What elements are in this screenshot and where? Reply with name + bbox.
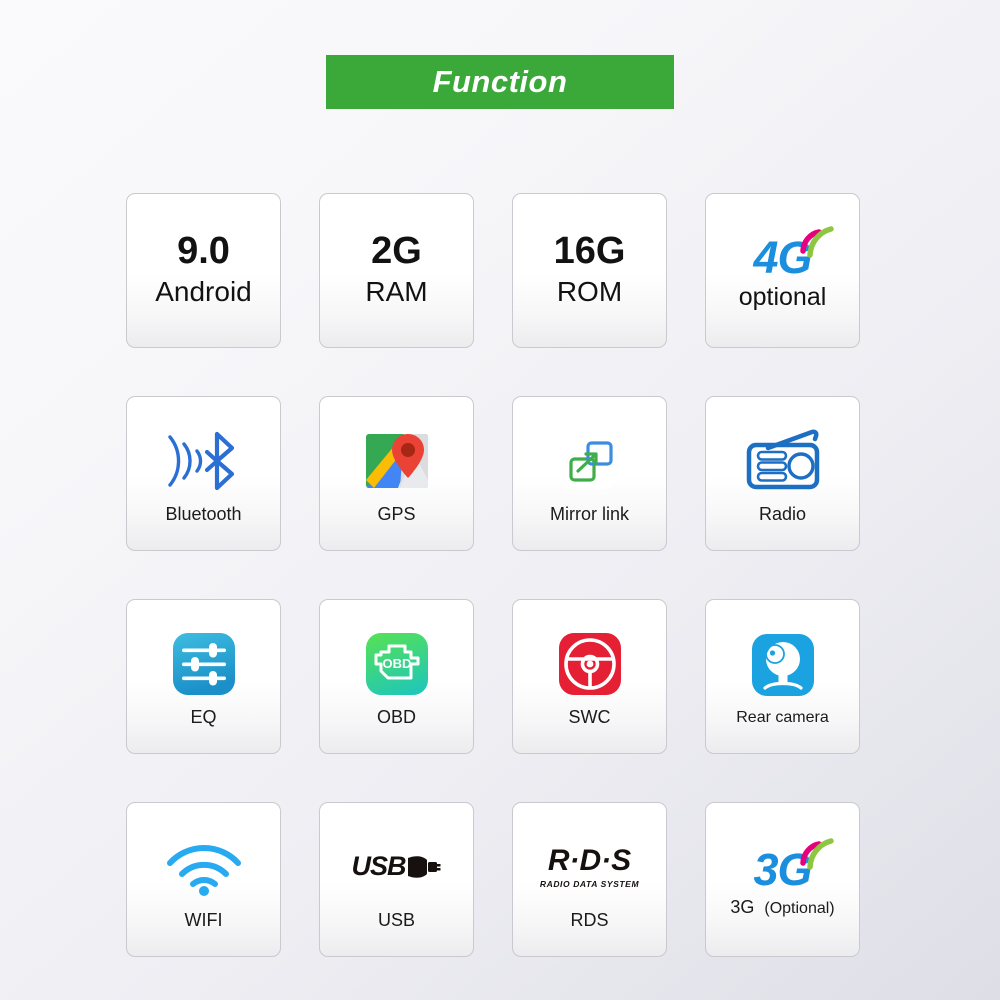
feature-card-mirrorlink[interactable]: Mirror link <box>512 396 667 551</box>
radio-label: Radio <box>758 503 807 524</box>
feature-card-android[interactable]: 9.0 Android <box>126 193 281 348</box>
4g-optional-label: optional <box>738 283 827 311</box>
4g-signal-icon: 4G <box>731 226 835 285</box>
rds-label: RDS <box>570 909 609 930</box>
feature-card-obd[interactable]: OBD OBD <box>319 599 474 754</box>
feature-card-gps[interactable]: GPS <box>319 396 474 551</box>
obd-engine-icon: OBD <box>364 626 430 702</box>
feature-card-4g[interactable]: 4G optional <box>705 193 860 348</box>
wifi-icon <box>164 829 244 905</box>
feature-card-rearcamera[interactable]: Rear camera <box>705 599 860 754</box>
rom-size: 16G <box>553 230 626 273</box>
feature-card-rom[interactable]: 16G ROM <box>512 193 667 348</box>
ram-label: RAM <box>365 275 428 307</box>
gps-map-pin-icon <box>364 423 430 499</box>
feature-card-radio[interactable]: Radio <box>705 396 860 551</box>
function-grid: 9.0 Android 2G RAM 16G ROM 4G optional B… <box>126 193 860 957</box>
rds-wordmark-subtitle: RADIO DATA SYSTEM <box>539 879 640 890</box>
equalizer-sliders-icon <box>171 626 237 702</box>
bluetooth-icon <box>162 423 246 499</box>
3g-caption: 3G (Optional) <box>730 897 834 918</box>
bluetooth-label: Bluetooth <box>165 503 242 524</box>
rom-label: ROM <box>556 275 623 307</box>
feature-card-bluetooth[interactable]: Bluetooth <box>126 396 281 551</box>
feature-card-wifi[interactable]: WIFI <box>126 802 281 957</box>
header-banner-wrap: Function <box>0 0 1000 109</box>
usb-wordmark: USB <box>351 851 406 882</box>
header-banner: Function <box>326 55 674 109</box>
obd-glyph-text: OBD <box>382 656 411 671</box>
android-version: 9.0 <box>177 230 230 273</box>
feature-card-usb[interactable]: USB USB <box>319 802 474 957</box>
3g-signal-icon: 3G <box>731 838 835 897</box>
rearcamera-label: Rear camera <box>736 708 829 726</box>
page-title: Function <box>432 64 568 99</box>
ram-size: 2G <box>371 230 422 273</box>
obd-label: OBD <box>376 706 416 727</box>
gps-label: GPS <box>377 503 416 524</box>
3g-optional-note: (Optional) <box>764 900 835 917</box>
rds-wordmark: R·D·S <box>547 844 632 878</box>
signal-arcs-icon <box>799 838 834 870</box>
feature-card-eq[interactable]: EQ <box>126 599 281 754</box>
feature-card-rds[interactable]: R·D·S RADIO DATA SYSTEM RDS <box>512 802 667 957</box>
usb-label: USB <box>377 909 415 930</box>
swc-label: SWC <box>568 706 611 727</box>
feature-card-swc[interactable]: SWC <box>512 599 667 754</box>
rear-camera-icon <box>750 627 816 703</box>
feature-card-3g[interactable]: 3G 3G (Optional) <box>705 802 860 957</box>
feature-card-ram[interactable]: 2G RAM <box>319 193 474 348</box>
steering-wheel-icon <box>557 626 623 702</box>
eq-label: EQ <box>190 706 217 727</box>
usb-plug-icon: USB <box>351 829 441 905</box>
usb-connector-icon <box>407 855 440 878</box>
signal-arcs-icon <box>799 226 834 258</box>
wifi-label: WIFI <box>184 909 223 930</box>
android-label: Android <box>155 275 252 307</box>
radio-icon <box>742 423 824 499</box>
3g-label: 3G <box>730 897 755 917</box>
mirrorlink-label: Mirror link <box>550 503 629 524</box>
mirror-link-icon <box>558 423 622 499</box>
rds-wordmark-icon: R·D·S RADIO DATA SYSTEM <box>540 829 639 905</box>
